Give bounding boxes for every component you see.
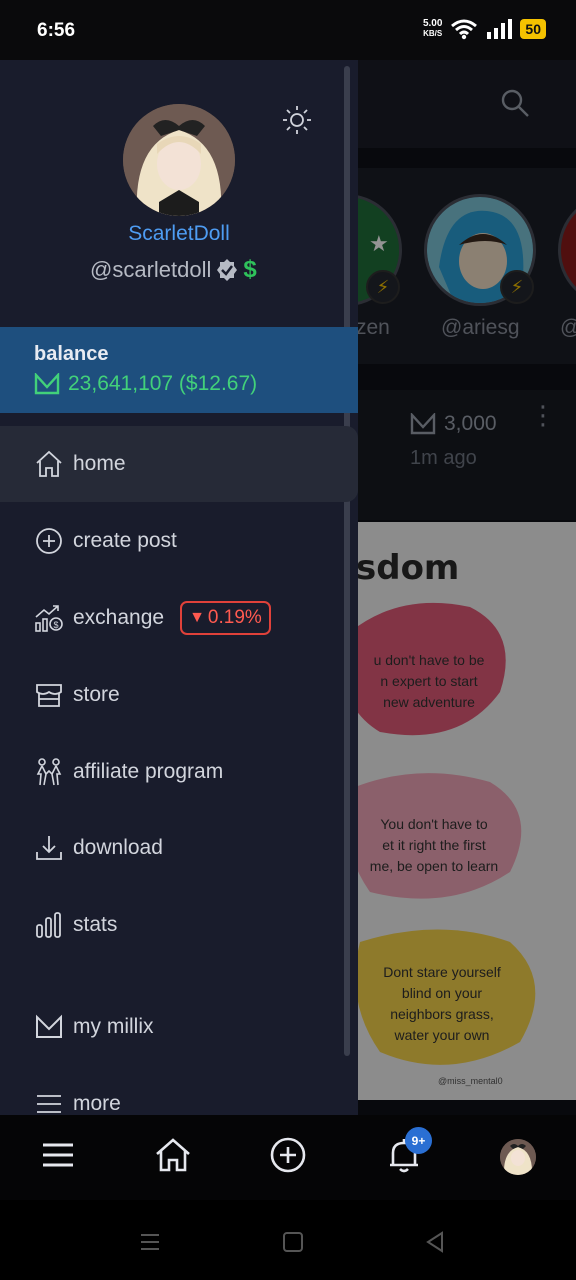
svg-text:$: $ xyxy=(54,620,59,630)
menu-item-label: stats xyxy=(73,913,118,936)
menu-item-label: create post xyxy=(73,529,177,552)
navigation-drawer: ScarletDoll @scarletdoll $ balance 23,64… xyxy=(0,60,358,1115)
back-triangle-icon xyxy=(426,1231,443,1253)
menu-item-label: home xyxy=(73,452,126,475)
menu-item-stats[interactable]: stats xyxy=(0,887,358,963)
stats-icon xyxy=(33,909,65,941)
square-icon xyxy=(283,1232,303,1252)
menu-item-my-millix[interactable]: my millix xyxy=(0,989,358,1065)
status-time: 6:56 xyxy=(37,20,76,41)
profile-avatar-small[interactable] xyxy=(500,1139,536,1175)
profile-handle-row: @scarletdoll $ xyxy=(90,256,257,284)
bottom-navigation: 9+ xyxy=(0,1115,576,1200)
balance-row: 23,641,107 ($12.67) xyxy=(34,372,358,396)
download-icon xyxy=(33,832,65,864)
recents-icon xyxy=(141,1234,159,1250)
menu-item-more[interactable]: more xyxy=(0,1066,358,1115)
network-speed: 5.00 KB/S xyxy=(423,19,442,39)
sun-icon[interactable] xyxy=(282,105,312,135)
menu-item-exchange[interactable]: $ exchange ▼ 0.19% xyxy=(0,580,358,656)
status-bar: 6:56 5.00 KB/S 50 xyxy=(0,0,576,60)
hamburger-menu-button[interactable] xyxy=(38,1135,78,1175)
balance-panel[interactable]: balance 23,641,107 ($12.67) xyxy=(0,327,358,413)
exchange-icon: $ xyxy=(33,602,65,634)
profile-avatar[interactable] xyxy=(123,104,235,216)
recent-apps-button[interactable] xyxy=(138,1230,162,1254)
menu-item-label: more xyxy=(73,1092,121,1115)
battery-indicator: 50 xyxy=(520,19,546,39)
system-navigation-bar xyxy=(0,1200,576,1280)
menu-item-label: exchange xyxy=(73,606,165,629)
store-icon xyxy=(33,679,65,711)
balance-title: balance xyxy=(34,343,109,365)
menu-item-home[interactable]: home xyxy=(0,426,358,502)
dollar-icon: $ xyxy=(243,256,257,283)
system-back-button[interactable] xyxy=(423,1230,447,1254)
balance-value: 23,641,107 ($12.67) xyxy=(68,372,258,395)
system-home-button[interactable] xyxy=(281,1230,305,1254)
create-post-button[interactable] xyxy=(268,1135,308,1175)
network-speed-value: 5.00 xyxy=(422,18,443,29)
millix-icon xyxy=(34,373,60,395)
plus-circle-icon xyxy=(270,1137,306,1173)
profile-handle: @scarletdoll xyxy=(90,257,212,282)
menu-item-label: affiliate program xyxy=(73,760,224,783)
menu-item-affiliate-program[interactable]: affiliate program xyxy=(0,734,358,810)
notification-count-badge: 9+ xyxy=(405,1127,432,1154)
menu-item-label: store xyxy=(73,683,120,706)
menu-item-label: my millix xyxy=(73,1015,154,1038)
home-button[interactable] xyxy=(153,1135,193,1175)
wifi-icon xyxy=(451,19,478,40)
home-icon xyxy=(33,448,65,480)
menu-item-download[interactable]: download xyxy=(0,810,358,886)
signal-icon xyxy=(487,19,513,39)
price-change-value: 0.19% xyxy=(207,607,262,628)
price-change-badge: ▼ 0.19% xyxy=(180,601,271,635)
affiliate-icon xyxy=(33,756,65,788)
home-icon xyxy=(156,1138,190,1172)
menu-icon xyxy=(33,1088,65,1115)
menu-icon xyxy=(43,1143,73,1167)
menu-item-label: download xyxy=(73,836,163,859)
profile-username[interactable]: ScarletDoll xyxy=(0,222,358,246)
down-triangle-icon: ▼ xyxy=(189,609,205,626)
millix-icon xyxy=(33,1011,65,1043)
plus-circle-icon xyxy=(33,525,65,557)
status-indicators: 5.00 KB/S 50 xyxy=(423,18,546,40)
network-speed-unit: KB/S xyxy=(423,29,443,38)
verified-icon xyxy=(217,259,238,281)
menu-item-store[interactable]: store xyxy=(0,657,358,733)
menu-item-create-post[interactable]: create post xyxy=(0,503,358,579)
